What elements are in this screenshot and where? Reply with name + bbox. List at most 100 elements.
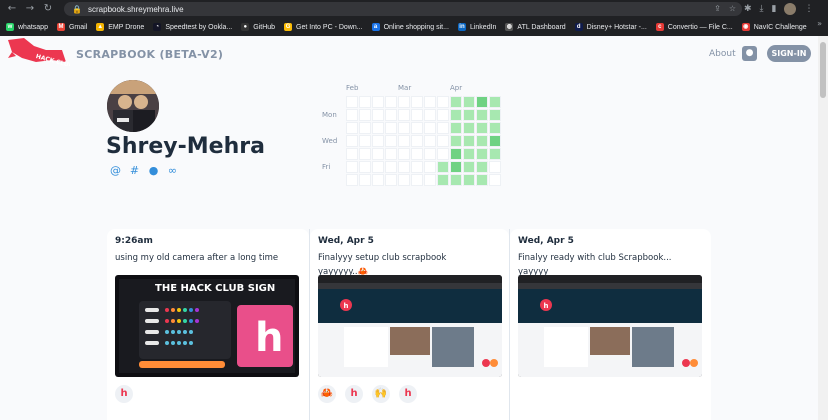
heatmap-cell[interactable] xyxy=(346,148,358,160)
heatmap-cell[interactable] xyxy=(359,148,371,160)
heatmap-cell[interactable] xyxy=(476,148,488,160)
slack-icon[interactable]: # xyxy=(128,164,141,177)
heatmap-cell[interactable] xyxy=(411,109,423,121)
heatmap-cell[interactable] xyxy=(424,96,436,108)
page-scrollbar[interactable] xyxy=(818,36,828,420)
heatmap-cell[interactable] xyxy=(385,109,397,121)
reaction-badge[interactable]: 🙌 xyxy=(372,385,390,403)
reaction-badge[interactable]: 🦀 xyxy=(318,385,336,403)
heatmap-cell[interactable] xyxy=(398,174,410,186)
heatmap-cell[interactable] xyxy=(450,109,462,121)
heatmap-cell[interactable] xyxy=(385,122,397,134)
heatmap-cell[interactable] xyxy=(463,148,475,160)
heatmap-cell[interactable] xyxy=(398,96,410,108)
heatmap-cell[interactable] xyxy=(476,135,488,147)
github-icon[interactable]: ● xyxy=(147,164,160,177)
at-icon[interactable]: @ xyxy=(109,164,122,177)
heatmap-cell[interactable] xyxy=(398,122,410,134)
heatmap-cell[interactable] xyxy=(489,122,501,134)
heatmap-cell[interactable] xyxy=(489,161,501,173)
hack-club-flag-logo[interactable]: HACK CLUB xyxy=(6,36,70,66)
heatmap-cell[interactable] xyxy=(398,109,410,121)
heatmap-cell[interactable] xyxy=(359,161,371,173)
heatmap-cell[interactable] xyxy=(359,96,371,108)
heatmap-cell[interactable] xyxy=(385,161,397,173)
heatmap-cell[interactable] xyxy=(411,174,423,186)
post-image[interactable]: THE HACK CLUB SIGN h xyxy=(115,275,299,377)
heatmap-cell[interactable] xyxy=(359,109,371,121)
heatmap-cell[interactable] xyxy=(450,96,462,108)
omnibox[interactable]: 🔒 scrapbook.shreymehra.live ⇪ ☆ xyxy=(64,2,742,16)
share-icon[interactable]: ⇪ xyxy=(714,4,721,13)
heatmap-cell[interactable] xyxy=(346,174,358,186)
heatmap-cell[interactable] xyxy=(346,161,358,173)
heatmap-cell[interactable] xyxy=(359,122,371,134)
sidebar-icon[interactable]: ▮ xyxy=(772,4,777,14)
heatmap-cell[interactable] xyxy=(463,96,475,108)
heatmap-cell[interactable] xyxy=(489,96,501,108)
heatmap-cell[interactable] xyxy=(476,174,488,186)
bookmark-item[interactable]: w whatsapp xyxy=(6,23,48,31)
heatmap-cell[interactable] xyxy=(450,161,462,173)
heatmap-cell[interactable] xyxy=(437,109,449,121)
heatmap-cell[interactable] xyxy=(437,122,449,134)
heatmap-cell[interactable] xyxy=(346,135,358,147)
about-link[interactable]: About xyxy=(709,49,736,59)
heatmap-cell[interactable] xyxy=(372,148,384,160)
heatmap-cell[interactable] xyxy=(437,96,449,108)
bookmark-item[interactable]: in LinkedIn xyxy=(457,23,496,31)
extensions-icon[interactable]: ✱ xyxy=(744,4,752,14)
heatmap-cell[interactable] xyxy=(398,148,410,160)
heatmap-cell[interactable] xyxy=(437,174,449,186)
heatmap-cell[interactable] xyxy=(476,161,488,173)
post-image[interactable]: h xyxy=(518,275,702,377)
heatmap-cell[interactable] xyxy=(489,148,501,160)
bookmark-item[interactable]: a Online shopping sit... xyxy=(371,23,449,31)
link-icon[interactable]: ∞ xyxy=(166,164,179,177)
heatmap-cell[interactable] xyxy=(450,122,462,134)
bookmarks-more-icon[interactable]: » xyxy=(817,19,822,28)
post-card[interactable]: 9:26am using my old camera after a long … xyxy=(107,229,309,420)
heatmap-cell[interactable] xyxy=(359,135,371,147)
heatmap-cell[interactable] xyxy=(437,135,449,147)
heatmap-cell[interactable] xyxy=(476,122,488,134)
heatmap-cell[interactable] xyxy=(463,122,475,134)
reaction-badge[interactable]: h xyxy=(345,385,363,403)
heatmap-cell[interactable] xyxy=(463,161,475,173)
heatmap-cell[interactable] xyxy=(346,109,358,121)
heatmap-cell[interactable] xyxy=(385,148,397,160)
heatmap-cell[interactable] xyxy=(424,135,436,147)
profile-avatar-icon[interactable] xyxy=(784,3,797,15)
heatmap-cell[interactable] xyxy=(489,174,501,186)
post-image[interactable]: h xyxy=(318,275,502,377)
heatmap-cell[interactable] xyxy=(450,135,462,147)
scrollbar-thumb[interactable] xyxy=(820,42,826,98)
heatmap-cell[interactable] xyxy=(437,161,449,173)
bookmark-item[interactable]: ● GitHub xyxy=(241,23,275,31)
reaction-badge[interactable]: h xyxy=(115,385,133,403)
downloads-icon[interactable]: ⤓ xyxy=(760,4,764,14)
forward-icon[interactable]: → xyxy=(24,3,36,15)
menu-icon[interactable]: ⋮ xyxy=(804,4,813,14)
bookmark-item[interactable]: c Convertio — File C... xyxy=(655,23,733,31)
reload-icon[interactable]: ↻ xyxy=(42,3,54,15)
post-card[interactable]: Wed, Apr 5 Finalyy ready with club Scrap… xyxy=(510,229,711,420)
heatmap-cell[interactable] xyxy=(463,174,475,186)
heatmap-cell[interactable] xyxy=(411,135,423,147)
heatmap-cell[interactable] xyxy=(424,174,436,186)
heatmap-cell[interactable] xyxy=(398,135,410,147)
back-icon[interactable]: ← xyxy=(6,3,18,15)
heatmap-cell[interactable] xyxy=(372,174,384,186)
heatmap-cell[interactable] xyxy=(359,174,371,186)
heatmap-cell[interactable] xyxy=(424,109,436,121)
heatmap-cell[interactable] xyxy=(372,135,384,147)
heatmap-cell[interactable] xyxy=(346,122,358,134)
bookmark-item[interactable]: ◍ ATL Dashboard xyxy=(505,23,566,31)
heatmap-cell[interactable] xyxy=(476,109,488,121)
heatmap-cell[interactable] xyxy=(476,96,488,108)
bookmark-item[interactable]: d Disney+ Hotstar -... xyxy=(574,23,647,31)
heatmap-cell[interactable] xyxy=(411,96,423,108)
heatmap-cell[interactable] xyxy=(411,122,423,134)
heatmap-cell[interactable] xyxy=(411,161,423,173)
reaction-badge[interactable]: h xyxy=(399,385,417,403)
